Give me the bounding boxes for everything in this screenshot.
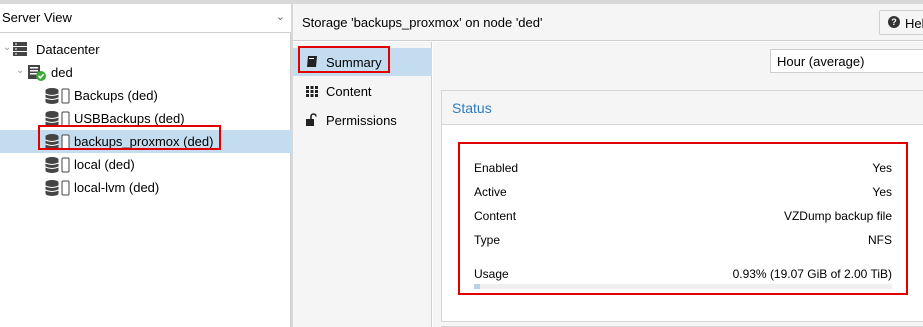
highlight-box-selected-storage — [38, 125, 221, 150]
datacenter-icon — [13, 42, 27, 56]
summary-content: Hour (average) Status Enabled Yes Active… — [433, 42, 923, 327]
highlight-box-status-details — [458, 142, 908, 295]
tree-item-datacenter[interactable]: ⌄ Datacenter — [0, 38, 291, 61]
storage-icon — [45, 157, 70, 173]
timeframe-value: Hour (average) — [777, 54, 865, 69]
status-title: Status — [452, 100, 492, 116]
view-selector[interactable]: Server View ⌄ — [0, 4, 291, 33]
panel-header: Storage 'backups_proxmox' on node 'ded' … — [293, 4, 923, 41]
highlight-box-summary-tab — [298, 46, 390, 73]
tree-item-storage[interactable]: Backups (ded) — [0, 84, 291, 107]
unlock-icon — [306, 113, 317, 126]
status-header: Status — [442, 91, 923, 125]
status-panel: Status Enabled Yes Active Yes Content VZ… — [441, 90, 923, 322]
grid-icon — [306, 86, 318, 97]
resource-tree-panel: Server View ⌄ ⌄ Datacenter ⌄ ded Backups… — [0, 4, 291, 327]
tab-label: Content — [326, 84, 372, 99]
tree-item-label: local (ded) — [74, 157, 135, 172]
tree-item-storage[interactable]: local-lvm (ded) — [0, 176, 291, 199]
help-icon: ? — [888, 16, 900, 28]
storage-panel: Storage 'backups_proxmox' on node 'ded' … — [293, 4, 923, 327]
panel-title: Storage 'backups_proxmox' on node 'ded' — [302, 15, 543, 30]
tree-item-label: Datacenter — [36, 42, 100, 57]
tree-item-label: USBBackups (ded) — [74, 111, 185, 126]
tree-item-label: Backups (ded) — [74, 88, 158, 103]
tree-item-node[interactable]: ⌄ ded — [0, 61, 291, 84]
tree-item-storage[interactable]: local (ded) — [0, 153, 291, 176]
toolbar: Hour (average) — [433, 42, 923, 84]
storage-icon — [45, 88, 70, 104]
help-label: Hel — [905, 16, 923, 31]
tree-item-label: local-lvm (ded) — [74, 180, 160, 195]
storage-icon — [45, 180, 70, 196]
help-button[interactable]: ? Hel — [879, 10, 923, 35]
tab-permissions[interactable]: Permissions — [293, 106, 432, 134]
subnav: Summary Content Permissions — [293, 42, 432, 327]
tab-content[interactable]: Content — [293, 77, 432, 105]
timeframe-select[interactable]: Hour (average) — [770, 49, 923, 73]
collapse-icon[interactable]: ⌄ — [16, 65, 24, 76]
tree-item-label: ded — [51, 65, 73, 80]
tab-label: Permissions — [326, 113, 397, 128]
chevron-down-icon[interactable]: ⌄ — [276, 10, 285, 23]
collapse-icon[interactable]: ⌄ — [3, 42, 11, 53]
server-online-icon — [28, 65, 46, 81]
view-selector-label: Server View — [2, 10, 72, 25]
